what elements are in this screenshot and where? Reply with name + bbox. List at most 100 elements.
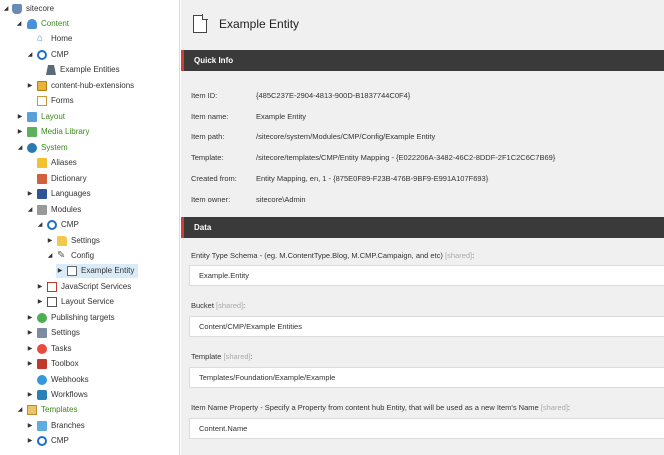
content-icon xyxy=(27,19,37,29)
tree-item-publishing-targets[interactable]: ▶ Publishing targets xyxy=(26,311,115,325)
tree-item-example-entities[interactable]: Example Entities xyxy=(46,63,120,77)
tree-item-javascript-services[interactable]: ▶ JavaScript Services xyxy=(36,280,131,294)
tree-item-settings-folder[interactable]: ▶ Settings xyxy=(46,234,100,248)
collapse-arrow-icon[interactable]: ◢ xyxy=(46,252,54,260)
template-input[interactable]: Templates/Foundation/Example/Example xyxy=(189,367,664,388)
expand-arrow-icon[interactable]: ▶ xyxy=(16,128,24,136)
expand-arrow-icon[interactable]: ▶ xyxy=(36,283,44,291)
expand-arrow-icon[interactable]: ▶ xyxy=(26,314,34,322)
expand-arrow-icon[interactable]: ▶ xyxy=(26,190,34,198)
database-icon xyxy=(12,4,22,14)
tree-item-workflows[interactable]: ▶ Workflows xyxy=(26,388,88,402)
tree-item-label: Toolbox xyxy=(51,359,79,368)
expand-arrow-icon[interactable]: ▶ xyxy=(26,437,34,445)
collapse-arrow-icon[interactable]: ◢ xyxy=(16,144,24,152)
tree-item-content[interactable]: ◢ Content xyxy=(16,17,69,31)
tree-item-label: Modules xyxy=(51,205,82,214)
tree-item-label: Templates xyxy=(41,405,78,414)
expand-arrow-icon[interactable]: ▶ xyxy=(26,329,34,337)
tree-item-cmp[interactable]: ◢ CMP xyxy=(26,48,69,62)
expand-arrow-icon[interactable]: ▶ xyxy=(26,345,34,353)
wrench-icon: ✎ xyxy=(57,250,66,261)
expand-arrow-icon[interactable]: ▶ xyxy=(26,422,34,430)
collapse-arrow-icon[interactable]: ◢ xyxy=(2,5,10,13)
tree-item-forms[interactable]: Forms xyxy=(26,94,74,108)
shared-tag: [shared] xyxy=(223,352,251,361)
tree-item-dictionary[interactable]: Dictionary xyxy=(26,172,87,186)
media-library-icon xyxy=(27,127,37,137)
item-name-property-input[interactable]: Content.Name xyxy=(189,418,664,439)
info-label: Item name: xyxy=(191,112,229,121)
collapse-arrow-icon[interactable]: ◢ xyxy=(26,51,34,59)
entity-type-schema-input[interactable]: Example.Entity xyxy=(189,265,664,286)
shared-tag: [shared] xyxy=(540,403,568,412)
template-value: /sitecore/templates/CMP/Entity Mapping -… xyxy=(256,153,556,162)
tree-item-label: CMP xyxy=(51,436,69,445)
folder-icon xyxy=(57,236,67,246)
expand-arrow-icon[interactable]: ▶ xyxy=(26,360,34,368)
tree-item-webhooks[interactable]: Webhooks xyxy=(26,373,89,387)
tree-item-tasks[interactable]: ▶ Tasks xyxy=(26,342,71,356)
tree-item-label: Workflows xyxy=(51,390,88,399)
tree-item-system-settings[interactable]: ▶ Settings xyxy=(26,326,80,340)
collapse-arrow-icon[interactable]: ◢ xyxy=(36,221,44,229)
tree-item-branches[interactable]: ▶ Branches xyxy=(26,419,85,433)
tree-item-label: CMP xyxy=(51,50,69,59)
cmp-icon xyxy=(37,436,47,446)
publishing-icon xyxy=(37,313,47,323)
field-label-text: Bucket xyxy=(191,301,214,310)
cmp-icon xyxy=(47,220,57,230)
bucket-input[interactable]: Content/CMP/Example Entities xyxy=(189,316,664,337)
expand-arrow-icon[interactable]: ▶ xyxy=(46,237,54,245)
tree-item-aliases[interactable]: Aliases xyxy=(26,156,77,170)
collapse-arrow-icon[interactable]: ◢ xyxy=(16,406,24,414)
expand-arrow-icon[interactable]: ▶ xyxy=(16,113,24,121)
tree-item-label: Aliases xyxy=(51,158,77,167)
field-label-text: Template xyxy=(191,352,222,361)
expand-arrow-icon[interactable]: ▶ xyxy=(26,391,34,399)
tree-item-content-hub-extensions[interactable]: ▶ content-hub-extensions xyxy=(26,79,134,93)
folder-icon xyxy=(37,81,47,91)
info-label: Item path: xyxy=(191,132,225,141)
info-label: Template: xyxy=(191,153,224,162)
field-label-bucket: Bucket [shared]: xyxy=(191,301,246,310)
tree-item-sitecore[interactable]: ◢ sitecore xyxy=(0,2,54,16)
collapse-arrow-icon[interactable]: ◢ xyxy=(15,20,23,28)
dictionary-icon xyxy=(37,174,47,184)
tree-item-modules[interactable]: ◢ Modules xyxy=(26,203,81,217)
home-icon: ⌂ xyxy=(37,33,44,44)
tree-item-label: Webhooks xyxy=(51,375,89,384)
info-label: Item owner: xyxy=(191,195,231,204)
tree-item-label: Layout Service xyxy=(61,297,114,306)
expand-arrow-icon[interactable]: ▶ xyxy=(36,298,44,306)
tree-item-templates[interactable]: ◢ Templates xyxy=(16,403,77,417)
created-from-value: Entity Mapping, en, 1 - {875E0F89-F23B-4… xyxy=(256,174,489,183)
tree-item-languages[interactable]: ▶ Languages xyxy=(26,187,91,201)
page-title: Example Entity xyxy=(219,17,300,31)
tree-item-home[interactable]: ⌂ Home xyxy=(37,32,72,46)
tree-item-toolbox[interactable]: ▶ Toolbox xyxy=(26,357,79,371)
alias-icon xyxy=(37,158,47,168)
languages-icon xyxy=(37,189,47,199)
modules-icon xyxy=(37,205,47,215)
tree-item-config[interactable]: ◢ ✎ Config xyxy=(46,249,94,263)
tree-item-layout[interactable]: ▶ Layout xyxy=(16,110,65,124)
tree-item-media-library[interactable]: ▶ Media Library xyxy=(16,125,89,139)
tree-item-templates-cmp[interactable]: ▶ CMP xyxy=(26,434,69,448)
content-editor: Example Entity Quick Info Item ID: {485C… xyxy=(181,0,664,455)
tree-item-layout-service[interactable]: ▶ Layout Service xyxy=(36,295,114,309)
expand-arrow-icon[interactable]: ▶ xyxy=(56,267,64,275)
section-data[interactable]: Data xyxy=(181,217,664,238)
collapse-arrow-icon[interactable]: ◢ xyxy=(26,206,34,214)
settings-icon xyxy=(37,328,47,338)
content-tree: ◢ sitecore ◢ Content ⌂ Home ◢ CMP Exampl… xyxy=(0,0,180,455)
branches-icon xyxy=(37,421,47,431)
expand-arrow-icon[interactable]: ▶ xyxy=(26,82,34,90)
field-label-text: Entity Type Schema - (eg. M.ContentType.… xyxy=(191,251,443,260)
tree-item-label: Branches xyxy=(51,421,85,430)
tree-item-example-entity[interactable]: ▶ Example Entity xyxy=(56,264,139,278)
tree-item-system[interactable]: ◢ System xyxy=(16,141,68,155)
tree-item-modules-cmp[interactable]: ◢ CMP xyxy=(36,218,79,232)
tree-item-label: Media Library xyxy=(41,127,90,136)
section-quick-info[interactable]: Quick Info xyxy=(181,50,664,71)
